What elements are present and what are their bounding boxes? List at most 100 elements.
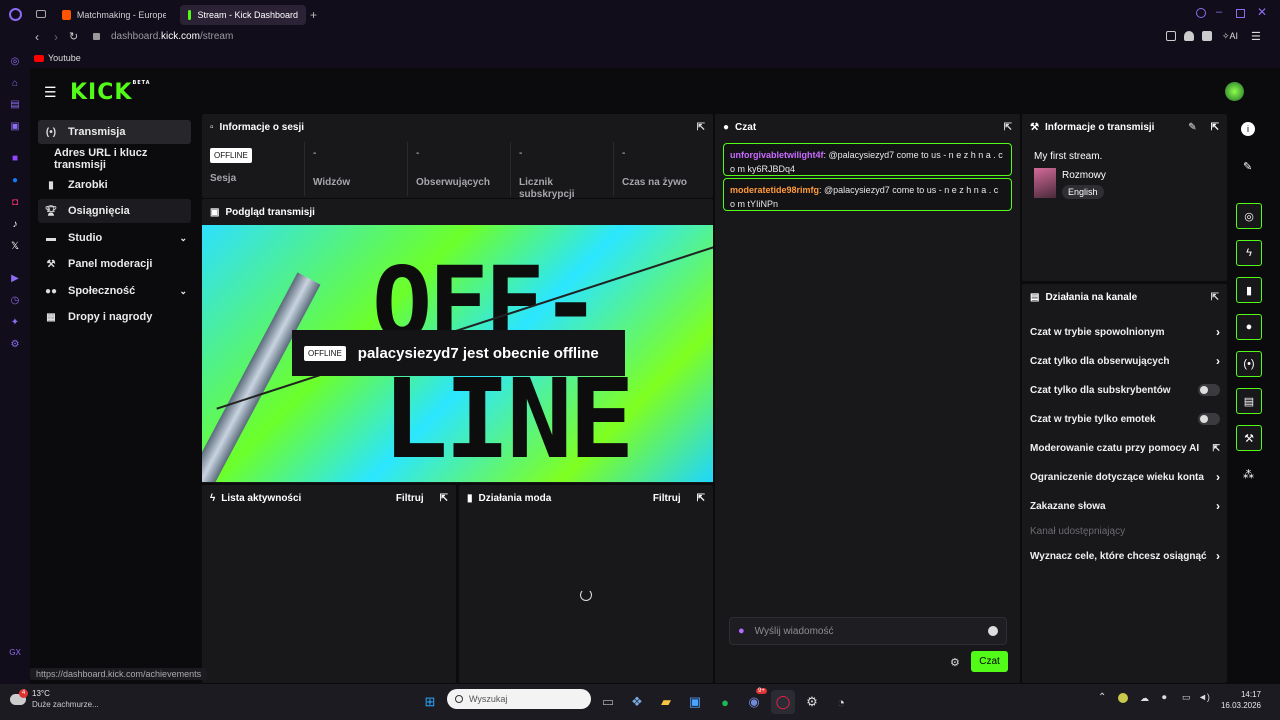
tray-app-icon[interactable] — [1118, 693, 1128, 703]
subscribers-only-toggle[interactable] — [1198, 384, 1220, 396]
activity-widget-button[interactable]: ϟ — [1236, 240, 1262, 266]
chat-message[interactable]: unforgivabletwilight4f: @palacysiezyd7 c… — [723, 143, 1012, 176]
copilot-icon[interactable]: ❖ — [625, 690, 649, 714]
search-tabs-icon[interactable] — [1196, 8, 1206, 18]
new-tab-button[interactable]: + — [310, 8, 317, 22]
popout-icon[interactable]: ⇱ — [1211, 122, 1219, 133]
filter-button[interactable]: Filtruj — [653, 493, 681, 504]
action-account-age[interactable]: Ograniczenie dotyczące wieku konta › — [1030, 467, 1220, 487]
tray-cloud-icon[interactable]: ☁ — [1140, 693, 1149, 704]
emoji-icon[interactable] — [988, 626, 998, 636]
messenger-icon[interactable]: ● — [8, 173, 22, 187]
steam-icon[interactable]: ⚙ — [800, 690, 824, 714]
action-followers-only[interactable]: Czat tylko dla obserwujących › — [1030, 351, 1220, 371]
instagram-icon[interactable]: ◘ — [8, 195, 22, 209]
nav-item-stream-key[interactable]: Adres URL i klucz transmisji — [38, 147, 191, 171]
maximize-button[interactable] — [1236, 9, 1245, 18]
nav-item-zarobki[interactable]: ▮ Zarobki — [38, 173, 191, 197]
news-icon[interactable]: ▤ — [8, 97, 22, 111]
tray-chevron-icon[interactable]: ⌃ — [1098, 692, 1106, 703]
action-ai-moderation[interactable]: Moderowanie czatu przy pomocy AI ⇱ — [1030, 438, 1220, 458]
nav-item-panel-moderacji[interactable]: ⚒ Panel moderacji — [38, 252, 191, 276]
nav-item-studio[interactable]: ▬ Studio ⌄ — [38, 226, 191, 250]
filter-button[interactable]: Filtruj — [396, 493, 424, 504]
windows-start-icon[interactable]: ⊞ — [418, 690, 442, 714]
tiktok-icon[interactable]: ♪ — [8, 217, 22, 231]
faceit-taskbar-icon[interactable]: ◔ — [829, 690, 853, 714]
chat-message[interactable]: moderatetide98rimfg: @palacysiezyd7 come… — [723, 178, 1012, 211]
extensions-icon[interactable] — [1166, 31, 1176, 41]
vpn-icon[interactable] — [1202, 31, 1212, 41]
minimize-button[interactable]: – — [1216, 6, 1222, 18]
network-icon[interactable]: ▭ — [1182, 692, 1191, 703]
action-set-goals[interactable]: Wyznacz cele, które chcesz osiągnąć › — [1030, 546, 1220, 566]
broadcast-widget-button[interactable]: (•) — [1236, 351, 1262, 377]
extensions-sidebar-icon[interactable]: ✦ — [8, 315, 22, 329]
popout-icon[interactable]: ⇱ — [1004, 122, 1012, 133]
twitch-sidebar-icon[interactable]: ▣ — [8, 119, 22, 133]
popout-icon[interactable]: ⇱ — [697, 122, 705, 133]
clock[interactable]: 14:17 16.03.2026 — [1219, 689, 1261, 711]
back-icon[interactable]: ‹ — [35, 30, 39, 44]
reload-icon[interactable]: ↻ — [69, 30, 78, 43]
edit-icon[interactable]: ✎ — [1188, 122, 1196, 133]
volume-icon[interactable]: ◄) — [1198, 692, 1210, 702]
action-subscribers-only[interactable]: Czat tylko dla subskrybentów — [1030, 380, 1220, 400]
aria-icon[interactable]: ◎ — [8, 54, 22, 68]
action-banned-words[interactable]: Zakazane słowa › — [1030, 496, 1220, 516]
tab-matchmaking[interactable]: Matchmaking - Europe 5v5 — [54, 5, 174, 25]
file-explorer-icon[interactable]: ▰ — [654, 690, 678, 714]
channel-actions-widget-button[interactable]: ▤ — [1236, 388, 1262, 414]
forward-icon[interactable]: › — [54, 30, 58, 44]
chat-widget-button[interactable]: ● — [1236, 314, 1262, 340]
category-name[interactable]: Rozmowy — [1062, 170, 1106, 181]
popout-icon[interactable]: ⇱ — [697, 493, 705, 504]
weather-widget[interactable]: 4 13°C Duże zachmurze... — [10, 688, 99, 710]
mod-actions-widget-button[interactable]: ▮ — [1236, 277, 1262, 303]
nav-item-transmisja[interactable]: (•) Transmisja — [38, 120, 191, 144]
nav-item-dropy[interactable]: ▦ Dropy i nagrody — [38, 305, 191, 329]
chat-username[interactable]: moderatetide98rimfg — [730, 185, 819, 195]
gx-icon[interactable]: GX — [8, 645, 22, 659]
settings-sidebar-icon[interactable]: ⚙ — [8, 337, 22, 351]
action-slow-mode[interactable]: Czat w trybie spowolnionym › — [1030, 322, 1220, 342]
action-emote-only[interactable]: Czat w trybie tylko emotek — [1030, 409, 1220, 429]
close-window-button[interactable]: ✕ — [1257, 5, 1267, 19]
session-widget-button[interactable]: ◎ — [1236, 203, 1262, 229]
stream-info-widget-button[interactable]: ⚒ — [1236, 425, 1262, 451]
chat-send-button[interactable]: Czat — [971, 651, 1008, 672]
info-icon[interactable]: i — [1241, 122, 1255, 136]
history-icon[interactable]: ◷ — [8, 293, 22, 307]
tab-overview-icon[interactable] — [36, 10, 46, 18]
chat-settings-icon[interactable]: ⚙ — [950, 656, 960, 669]
store-icon[interactable]: ▣ — [683, 690, 707, 714]
twitch-icon[interactable]: ■ — [8, 151, 22, 165]
emote-only-toggle[interactable] — [1198, 413, 1220, 425]
more-widgets-icon[interactable]: ⁂ — [1243, 468, 1254, 481]
hamburger-menu-icon[interactable]: ☰ — [44, 84, 57, 101]
kick-logo[interactable]: KICKBETA — [70, 80, 151, 105]
popout-icon[interactable]: ⇱ — [1211, 292, 1219, 303]
discord-icon[interactable]: ◉ 9+ — [742, 688, 767, 714]
tab-kick-dashboard[interactable]: Stream - Kick Dashboard — [180, 5, 306, 25]
chat-input[interactable]: ● Wyślij wiadomość — [729, 617, 1007, 645]
taskbar-search[interactable]: Wyszukaj — [447, 689, 591, 709]
crypto-wallet-icon[interactable]: ⌂ — [8, 76, 22, 90]
task-view-icon[interactable]: ▭ — [596, 690, 620, 714]
popout-icon[interactable]: ⇱ — [440, 493, 448, 504]
menu-icon[interactable]: ☰ — [1251, 30, 1261, 43]
chat-username[interactable]: unforgivabletwilight4f — [730, 150, 824, 160]
tray-mic-icon[interactable]: ⏺ — [1162, 692, 1167, 703]
x-icon[interactable]: 𝕏 — [8, 239, 22, 253]
aria-ai-button[interactable]: ✧AI — [1222, 31, 1238, 42]
microphone-icon[interactable]: ● — [738, 625, 745, 637]
bookmark-youtube[interactable]: Youtube — [34, 53, 81, 63]
url-field[interactable]: dashboard.kick.com/stream — [111, 31, 233, 42]
spotify-icon[interactable]: ● — [713, 690, 737, 714]
category-thumbnail[interactable] — [1034, 168, 1056, 198]
nav-item-osiagniecia[interactable]: 🏆︎ Osiągnięcia — [38, 199, 191, 223]
nav-item-spolecznosc[interactable]: ●● Społeczność ⌄ — [38, 279, 191, 303]
opera-gx-taskbar-icon[interactable]: ◯ — [771, 690, 795, 714]
profile-icon[interactable] — [1184, 31, 1194, 41]
edit-layout-icon[interactable]: ✎ — [1243, 160, 1252, 173]
